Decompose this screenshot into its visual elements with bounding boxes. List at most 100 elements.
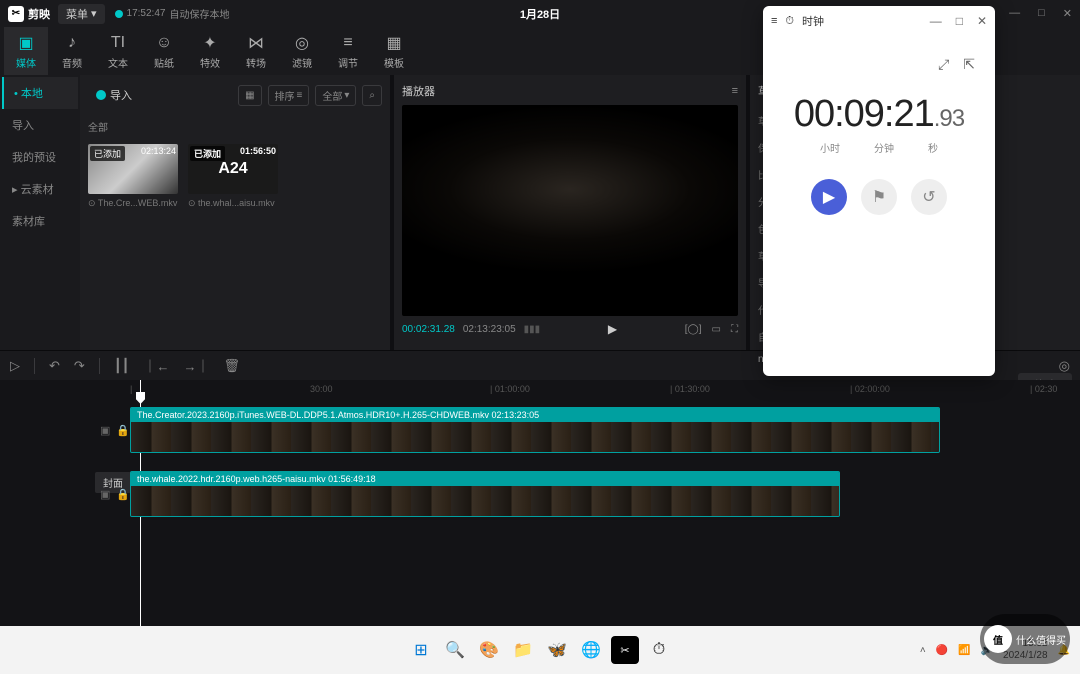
time-ruler[interactable]: | 30:00 | 01:00:00 | 01:30:00 | 02:00:00 | 02… [0, 380, 1080, 400]
media-clip[interactable]: 已添加02:13:24⊙ The.Cre...WEB.mkv [88, 144, 178, 209]
ruler-mark: | 02:00:00 [850, 384, 890, 394]
watermark: 值 什么值得买 [980, 614, 1070, 664]
clock-taskbar[interactable]: ⏱ [645, 636, 673, 664]
close-button[interactable]: ✕ [1063, 7, 1072, 20]
track-lock-icon[interactable]: 🔒 [116, 488, 130, 501]
clock-menu-icon[interactable]: ≡ [771, 15, 777, 27]
import-button[interactable]: 导入 [88, 83, 140, 107]
search-taskbar[interactable]: 🔍 [441, 636, 469, 664]
media-panel: 导入 ▦ 排序 ≡ 全部 ▾ ⌕ 全部 已添加02:13:24⊙ The.Cre… [80, 75, 390, 350]
player-panel: 播放器 ≡ 00:02:31.28 02:13:23:05 ▮▮▮ ▶ [◯] … [394, 75, 746, 350]
tool-tab-贴纸[interactable]: ☺贴纸 [142, 27, 186, 75]
track-visibility-icon[interactable]: ▣ [100, 488, 110, 501]
stopwatch-reset[interactable]: ↺ [911, 179, 947, 215]
total-time: 02:13:23:05 [463, 324, 516, 335]
tool-icon: ▦ [384, 33, 404, 53]
maximize-button[interactable]: □ [1038, 7, 1045, 20]
video-preview[interactable] [402, 105, 738, 316]
tool-tab-文本[interactable]: TI文本 [96, 27, 140, 75]
tool-tab-模板[interactable]: ▦模板 [372, 27, 416, 75]
tool-tab-音频[interactable]: ♪音频 [50, 27, 94, 75]
sidebar-item-本地[interactable]: • 本地 [2, 77, 78, 109]
tool-tab-滤镜[interactable]: ◎滤镜 [280, 27, 324, 75]
search-button[interactable]: ⌕ [362, 85, 382, 106]
tray-icon-1[interactable]: 🔴 [936, 645, 948, 656]
expand-icon[interactable]: ⤢ [938, 56, 949, 73]
ruler-mark: | 01:00:00 [490, 384, 530, 394]
cut-tool-right[interactable]: →｜ [183, 356, 209, 375]
clock-maximize[interactable]: □ [956, 14, 963, 28]
clock-window[interactable]: ≡ ⏱ 时钟 — □ ✕ ⤢ ⇱ 00:09:21.93 小时 分钟 秒 ▶ ⚑… [763, 6, 995, 376]
window-controls: — □ ✕ [1009, 7, 1072, 20]
ruler-mark: | [130, 384, 132, 394]
menu-button[interactable]: 菜单▾ [58, 4, 105, 24]
stopwatch-lap[interactable]: ⚑ [861, 179, 897, 215]
tool-tab-特效[interactable]: ✦特效 [188, 27, 232, 75]
project-title: 1月28日 [520, 6, 560, 22]
redo-button[interactable]: ↷ [74, 358, 85, 374]
windows-taskbar[interactable]: ⊞ 🔍 🎨 📁 🦋 🌐 ✂ ⏱ ˄ 🔴 📶 🔊 15:322024/1/28 🔔 [0, 626, 1080, 674]
edge-icon[interactable]: 🌐 [577, 636, 605, 664]
tool-icon: ☺ [154, 33, 174, 53]
tool-tab-调节[interactable]: ≡调节 [326, 27, 370, 75]
ruler-mark: | 02:30 [1030, 384, 1057, 394]
select-tool[interactable]: ▷ [10, 358, 20, 374]
taskbar-app-2[interactable]: 🦋 [543, 636, 571, 664]
tool-tab-转场[interactable]: ⋈转场 [234, 27, 278, 75]
view-toggle[interactable]: ▦ [238, 85, 261, 106]
tool-icon: ≡ [338, 33, 358, 53]
split-tool[interactable]: ┃┃ [114, 358, 130, 374]
save-indicator-icon [115, 10, 123, 18]
scale-icon[interactable]: [◯] [685, 324, 702, 335]
timeline-clip[interactable]: The.Creator.2023.2160p.iTunes.WEB-DL.DDP… [130, 407, 940, 453]
explorer-icon[interactable]: 📁 [509, 636, 537, 664]
zoom-fit[interactable]: ◎ [1059, 358, 1070, 374]
sidebar-item-云素材[interactable]: ▸ 云素材 [2, 173, 78, 205]
jianying-taskbar[interactable]: ✂ [611, 636, 639, 664]
cut-tool[interactable]: ｜← [143, 356, 169, 375]
video-track[interactable]: ▣🔒🔇the.whale.2022.hdr.2160p.web.h265-nai… [90, 464, 1080, 524]
sidebar-item-导入[interactable]: 导入 [2, 109, 78, 141]
tool-icon: ♪ [62, 33, 82, 53]
app-name: 剪映 [28, 6, 50, 22]
play-button[interactable]: ▶ [608, 322, 617, 336]
tool-icon: TI [108, 33, 128, 53]
clip-filename: ⊙ The.Cre...WEB.mkv [88, 198, 178, 209]
tool-icon: ◎ [292, 33, 312, 53]
delete-tool[interactable]: 🗑 [224, 358, 241, 374]
clock-app-icon: ⏱ [785, 15, 794, 28]
logo-icon: ✂ [8, 6, 24, 22]
video-track[interactable]: ▣🔒🔇The.Creator.2023.2160p.iTunes.WEB-DL.… [90, 400, 1080, 460]
clip-filename: ⊙ the.whal...aisu.mkv [188, 198, 278, 209]
clock-close[interactable]: ✕ [977, 14, 987, 28]
player-menu-icon[interactable]: ≡ [732, 85, 738, 97]
minimize-button[interactable]: — [1009, 7, 1020, 20]
clock-title-text: 时钟 [802, 13, 824, 29]
color-bars-icon[interactable]: ▮▮▮ [524, 324, 541, 335]
pin-icon[interactable]: ⇱ [963, 56, 975, 73]
clock-minimize[interactable]: — [930, 14, 942, 28]
taskbar-app-1[interactable]: 🎨 [475, 636, 503, 664]
ruler-mark: 30:00 [310, 384, 333, 394]
sidebar-item-我的预设[interactable]: 我的预设 [2, 141, 78, 173]
fullscreen-icon[interactable]: ⛶ [731, 324, 738, 335]
track-lock-icon[interactable]: 🔒 [116, 424, 130, 437]
current-time: 00:02:31.28 [402, 324, 455, 335]
stopwatch-play[interactable]: ▶ [811, 179, 847, 215]
timeline[interactable]: | 30:00 | 01:00:00 | 01:30:00 | 02:00:00 | 02… [0, 380, 1080, 626]
track-visibility-icon[interactable]: ▣ [100, 424, 110, 437]
sort-button[interactable]: 排序 ≡ [268, 85, 310, 106]
ratio-icon[interactable]: ▭ [712, 324, 721, 335]
media-section-label: 全部 [88, 115, 382, 138]
undo-button[interactable]: ↶ [49, 358, 60, 374]
ruler-mark: | 01:30:00 [670, 384, 710, 394]
timeline-clip[interactable]: the.whale.2022.hdr.2160p.web.h265-naisu.… [130, 471, 840, 517]
tool-tab-媒体[interactable]: ▣媒体 [4, 27, 48, 75]
tray-network[interactable]: 📶 [958, 645, 970, 656]
filter-all[interactable]: 全部 ▾ [315, 85, 356, 106]
start-button[interactable]: ⊞ [407, 636, 435, 664]
tool-icon: ▣ [16, 33, 36, 53]
tray-chevron[interactable]: ˄ [920, 645, 926, 656]
sidebar-item-素材库[interactable]: 素材库 [2, 205, 78, 237]
media-clip[interactable]: 已添加01:56:50A24⊙ the.whal...aisu.mkv [188, 144, 278, 209]
